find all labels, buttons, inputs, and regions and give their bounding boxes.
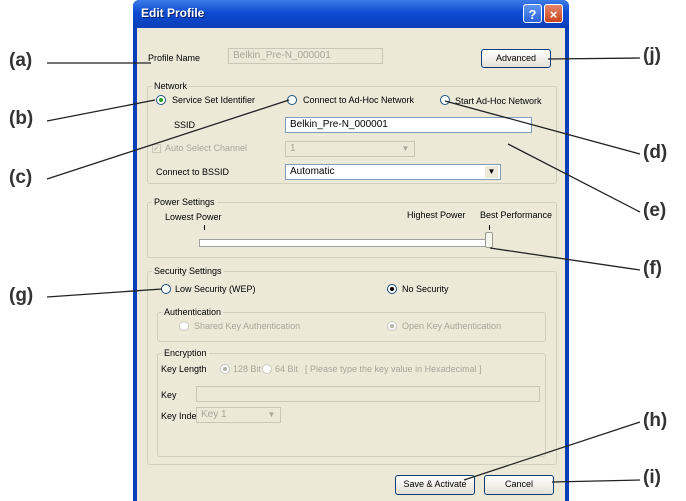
callout-leader-lines xyxy=(46,57,641,483)
